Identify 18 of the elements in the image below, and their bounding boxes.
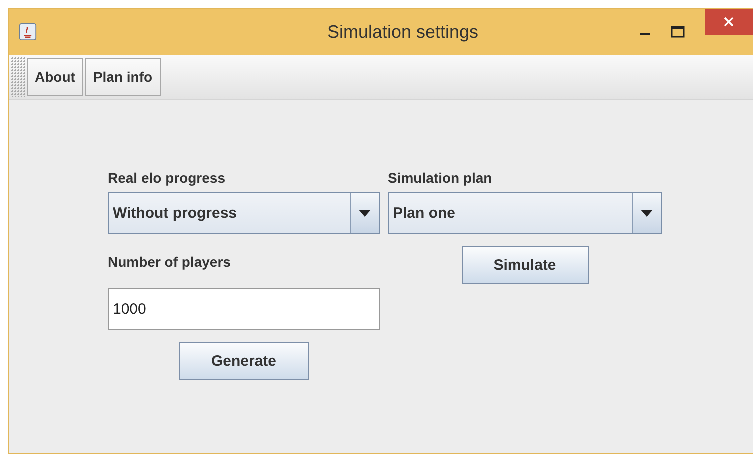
input-field[interactable]: 1000	[108, 288, 380, 330]
dropdown[interactable]: Plan one	[388, 192, 662, 234]
dropdown[interactable]: Without progress	[108, 192, 380, 234]
window-title: Simulation settings	[326, 22, 480, 42]
app-icon	[19, 23, 37, 41]
toolbar-button[interactable]: About	[27, 58, 84, 96]
toolbar-button[interactable]: Plan info	[85, 58, 161, 96]
toolbar-grip[interactable]	[11, 57, 25, 97]
maximize-icon[interactable]	[671, 26, 685, 38]
field-label: Simulation plan	[388, 169, 494, 188]
simulate-button[interactable]: Simulate	[462, 246, 588, 284]
generate-button[interactable]: Generate	[179, 342, 309, 380]
dropdown-arrow-icon	[359, 210, 371, 216]
field-label: Number of players	[108, 253, 232, 272]
dropdown-arrow-icon	[641, 210, 653, 216]
close-button[interactable]	[705, 9, 753, 35]
field-label: Real elo progress	[108, 169, 226, 188]
close-icon	[724, 17, 734, 27]
